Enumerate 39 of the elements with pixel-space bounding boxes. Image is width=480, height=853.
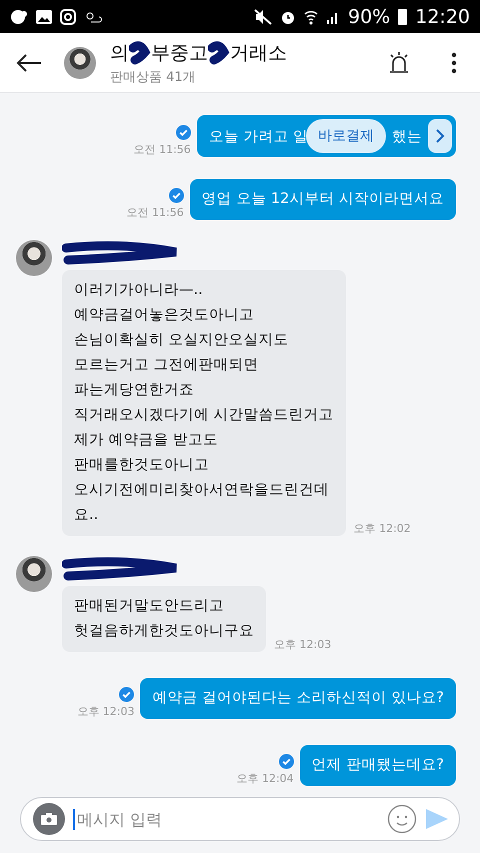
message-time: 오후 12:03 [274, 637, 332, 652]
message-text: 오늘 가려고 일 [208, 128, 308, 146]
message-text: 했는 [392, 128, 422, 146]
redaction-scribble [129, 40, 151, 66]
message-time: 오후 12:04 [236, 771, 294, 786]
emoji-icon[interactable] [387, 804, 417, 834]
battery-percent: 90% [348, 6, 390, 28]
mute-icon [254, 8, 272, 24]
camera-icon [60, 8, 76, 24]
camera-icon [41, 813, 57, 825]
pay-now-button[interactable]: 바로결제 [306, 119, 386, 153]
wifi-icon [304, 8, 318, 24]
message-input-bar[interactable]: 메시지 입력 [20, 797, 460, 841]
siren-icon[interactable] [388, 50, 410, 74]
weather-icon [84, 10, 102, 24]
received-message-bubble: 이러기가아니라—.. 예약금걸어놓은것도아니고 손님이확실히 오실지안오실지도 모르는거고 그전에판매되면 파는게당연한거죠 직거래오시겠다기에 시간말씀드린거고 제가 예약금을 받고도 판매를한것도아니고 오시기전에미리찾아서연락을드린건데 요.. [62, 270, 346, 536]
sent-message-bubble: 언제 판매됐는데요? [300, 745, 456, 786]
sender-avatar [16, 240, 52, 276]
sent-message-bubble: 예약금 걸어야된다는 소리하신적이 있나요? [140, 678, 456, 719]
chat-title: 거래소 [230, 40, 287, 66]
received-message-bubble: 판매된거말도안드리고 헛걸음하게한것도아니구요 [62, 586, 266, 652]
message-time: 오전 11:56 [134, 142, 191, 157]
sent-message-bubble: 영업 오늘 12시부터 시작이라면서요 [190, 179, 456, 220]
clock: 12:20 [415, 6, 470, 28]
chevron-button[interactable] [428, 119, 452, 153]
redaction-scribble [208, 40, 230, 66]
avatar [64, 46, 96, 78]
message-time: 오전 11:56 [126, 205, 184, 220]
image-icon [36, 10, 52, 24]
message-time: 오후 12:02 [354, 521, 411, 536]
chat-subtitle: 판매상품 41개 [110, 68, 197, 86]
back-arrow-icon[interactable] [16, 52, 42, 72]
message-time: 오후 12:03 [77, 704, 134, 719]
chevron-icon [435, 129, 445, 143]
chat-title: 의 [110, 40, 129, 66]
battery-icon [398, 8, 408, 24]
chat-title: 부중고 [151, 40, 208, 66]
camera-button[interactable] [33, 803, 65, 835]
sender-avatar [16, 556, 52, 592]
